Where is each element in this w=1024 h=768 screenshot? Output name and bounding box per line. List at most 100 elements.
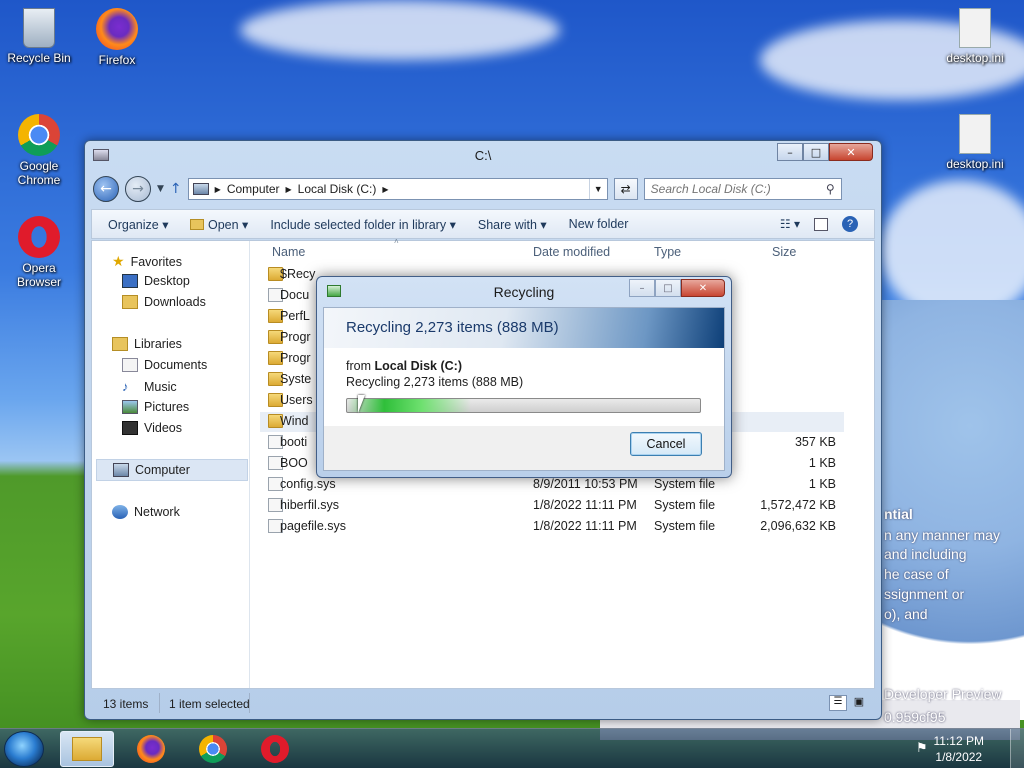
tiles-view-icon[interactable]: ▣ xyxy=(851,695,867,711)
taskbar-firefox[interactable] xyxy=(124,731,178,767)
file-date: 8/9/2011 10:53 PM xyxy=(533,477,638,491)
back-button[interactable]: ← xyxy=(93,176,119,202)
file-name: Progr xyxy=(280,330,311,344)
open-button[interactable]: Open ▾ xyxy=(190,217,248,232)
desktop-icon-desktop-ini[interactable]: desktop.ini xyxy=(940,8,1010,65)
desktop-icon-google-chrome[interactable]: Google Chrome xyxy=(4,114,74,187)
column-header-type[interactable]: Type xyxy=(654,245,681,259)
column-header-date-modified[interactable]: Date modified xyxy=(533,245,610,259)
file-type: System file xyxy=(654,519,716,533)
include-in-library-menu[interactable]: Include selected folder in library ▾ xyxy=(270,217,456,232)
file-name: $Recy xyxy=(280,267,316,281)
nav-computer[interactable]: Computer xyxy=(96,459,248,481)
wallpaper-text: 0.959cf95 xyxy=(884,709,946,725)
new-folder-button[interactable]: New folder xyxy=(569,217,629,231)
share-with-menu[interactable]: Share with ▾ xyxy=(478,217,547,232)
firefox-icon xyxy=(96,8,138,50)
nav-music[interactable]: ♪ Music xyxy=(122,379,177,394)
help-icon[interactable]: ? xyxy=(842,216,858,232)
taskbar-chrome[interactable] xyxy=(186,731,240,767)
search-box[interactable]: ⚲ xyxy=(643,178,842,200)
forward-button[interactable]: → xyxy=(125,176,151,202)
taskbar-explorer[interactable] xyxy=(60,731,114,767)
file-row[interactable]: hiberfil.sys 1/8/2022 11:11 PM System file… xyxy=(260,496,844,516)
from-value: Local Disk (C:) xyxy=(374,359,462,373)
desktop-icon-opera-browser[interactable]: Opera Browser xyxy=(4,216,74,289)
up-arrow-icon[interactable]: ↑ xyxy=(170,181,182,197)
desktop-icon-label: Opera Browser xyxy=(16,261,61,289)
wallpaper-cloud xyxy=(240,0,560,60)
explorer-titlebar[interactable]: C:\ – □ ✕ xyxy=(85,141,881,173)
nav-documents[interactable]: Documents xyxy=(122,358,207,372)
dialog-close-button[interactable]: ✕ xyxy=(681,279,725,297)
nav-network[interactable]: Network xyxy=(112,505,180,519)
progress-detail: Recycling 2,273 items (888 MB) xyxy=(346,375,524,389)
breadcrumb-separator-icon[interactable]: ▶ xyxy=(215,185,221,194)
clock-time: 11:12 PM xyxy=(933,734,984,748)
wallpaper-text: ntial xyxy=(884,506,913,522)
close-button[interactable]: ✕ xyxy=(829,143,873,161)
show-desktop-button[interactable] xyxy=(1010,729,1024,768)
from-label: from xyxy=(346,359,371,373)
desktop-icon-label: Recycle Bin xyxy=(7,51,71,65)
wallpaper-text: Developer Preview xyxy=(884,686,1002,702)
nav-label: Music xyxy=(144,379,177,394)
file-type: System file xyxy=(654,498,716,512)
desktop-icon xyxy=(122,274,138,288)
column-header-size[interactable]: Size xyxy=(772,245,796,259)
search-icon[interactable]: ⚲ xyxy=(826,182,835,196)
file-row[interactable]: pagefile.sys 1/8/2022 11:11 PM System file… xyxy=(260,517,844,537)
recent-pages-chevron-icon[interactable]: ▼ xyxy=(157,184,164,194)
nav-desktop[interactable]: Desktop xyxy=(122,274,190,288)
action-center-flag-icon[interactable]: ⚑ xyxy=(916,741,932,757)
file-name: Progr xyxy=(280,351,311,365)
nav-label: Pictures xyxy=(144,400,190,414)
taskbar-opera[interactable] xyxy=(248,731,302,767)
file-row[interactable]: config.sys 8/9/2011 10:53 PM System file 1 … xyxy=(260,475,844,495)
minimize-button[interactable]: – xyxy=(777,143,803,161)
dialog-maximize-button[interactable]: □ xyxy=(655,279,681,297)
file-name: booti xyxy=(280,435,308,449)
videos-icon xyxy=(122,421,138,435)
nav-downloads[interactable]: Downloads xyxy=(122,295,206,309)
include-label: Include selected folder in library xyxy=(270,217,447,232)
organize-label: Organize xyxy=(108,217,159,232)
address-dropdown-icon[interactable]: ▼ xyxy=(588,179,607,199)
file-size: 357 KB xyxy=(794,435,836,449)
start-button[interactable] xyxy=(4,731,44,767)
system-clock[interactable]: 11:12 PM 1/8/2022 xyxy=(934,733,984,765)
dialog-minimize-button[interactable]: – xyxy=(629,279,655,297)
explorer-icon xyxy=(72,737,102,761)
navigation-bar: ← → ▼ ↑ ▶ Computer ▶ Local Disk (C:) ▶ ▼… xyxy=(93,175,873,203)
opera-icon xyxy=(18,216,60,258)
preview-pane-icon[interactable] xyxy=(814,217,828,231)
breadcrumb-local-disk[interactable]: Local Disk (C:) xyxy=(298,182,377,196)
wallpaper-text: o), and xyxy=(884,606,928,622)
nav-label: Network xyxy=(134,505,180,519)
breadcrumb-separator-icon[interactable]: ▶ xyxy=(382,185,388,194)
nav-label: Desktop xyxy=(144,274,190,288)
view-options-icon[interactable]: ☷ ▾ xyxy=(780,217,800,231)
file-size: 1 KB xyxy=(808,477,836,491)
breadcrumb-computer[interactable]: Computer xyxy=(227,182,280,196)
file-name: Docu xyxy=(280,288,310,302)
cancel-button[interactable]: Cancel xyxy=(630,432,702,456)
folder-icon xyxy=(190,218,205,230)
nav-libraries[interactable]: Libraries xyxy=(112,337,182,351)
nav-videos[interactable]: Videos xyxy=(122,421,182,435)
breadcrumb-separator-icon[interactable]: ▶ xyxy=(286,185,292,194)
wallpaper-cloud xyxy=(880,180,1024,320)
address-bar[interactable]: ▶ Computer ▶ Local Disk (C:) ▶ ▼ xyxy=(187,178,608,200)
details-view-icon[interactable]: ☰ xyxy=(829,695,847,711)
progress-bar xyxy=(346,398,701,413)
maximize-button[interactable]: □ xyxy=(803,143,829,161)
nav-pictures[interactable]: Pictures xyxy=(122,400,189,414)
organize-menu[interactable]: Organize ▾ xyxy=(108,217,168,232)
search-input[interactable] xyxy=(650,182,821,196)
desktop-icon-desktop-ini[interactable]: desktop.ini xyxy=(940,114,1010,171)
desktop-icon-recycle-bin[interactable]: Recycle Bin xyxy=(4,8,74,65)
column-header-name[interactable]: Name xyxy=(272,245,305,259)
nav-favorites[interactable]: ★ Favorites xyxy=(112,253,182,270)
refresh-button[interactable]: ⇄ xyxy=(613,178,638,200)
desktop-icon-firefox[interactable]: Firefox xyxy=(82,8,152,67)
